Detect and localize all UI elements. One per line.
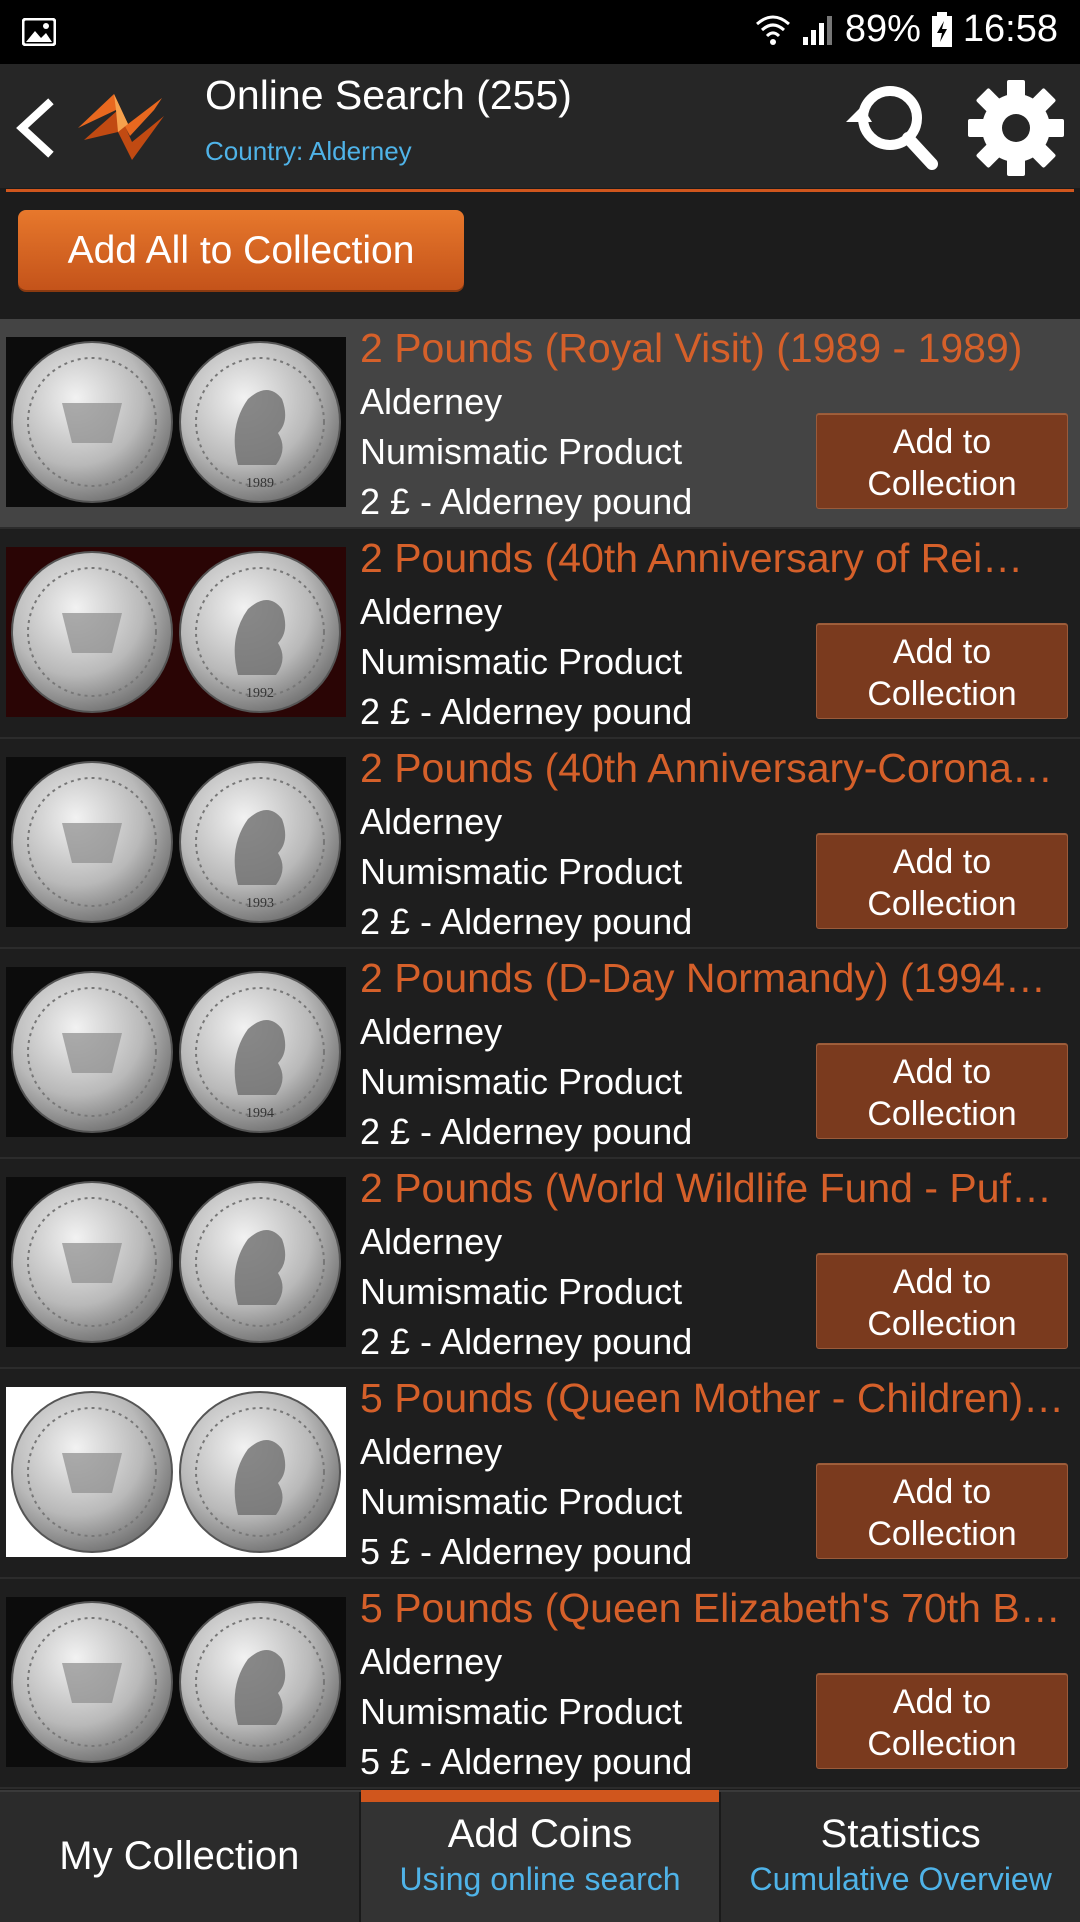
- coin-country: Alderney: [360, 1011, 503, 1052]
- app-logo-icon: [78, 94, 164, 160]
- status-bar: 89% 16:58: [0, 0, 1080, 64]
- svg-text:1989: 1989: [246, 476, 274, 491]
- page-title: Online Search (255): [205, 72, 572, 118]
- country-filter-label[interactable]: Country: Alderney: [205, 136, 412, 167]
- coin-type: Numismatic Product: [360, 1271, 683, 1312]
- coin-row[interactable]: 5 Pounds (Queen Elizabeth's 70th B… Alde…: [0, 1579, 1080, 1789]
- coin-country: Alderney: [360, 801, 503, 842]
- add-to-collection-button[interactable]: Add to Collection: [816, 623, 1068, 719]
- battery-icon: [931, 11, 952, 47]
- signal-icon: [802, 15, 832, 45]
- coin-type: Numismatic Product: [360, 1061, 683, 1102]
- coin-row[interactable]: 2 Pounds (World Wildlife Fund - Puf… Ald…: [0, 1159, 1080, 1369]
- bottom-navigation: My Collection Add Coins Using online searc…: [0, 1790, 1080, 1922]
- svg-text:1993: 1993: [246, 896, 274, 911]
- battery-percent: 89%: [844, 8, 921, 50]
- tab-label: Statistics: [820, 1812, 981, 1856]
- add-to-collection-button[interactable]: Add to Collection: [816, 833, 1068, 929]
- coin-list: 1989 2 Pounds (Royal Visit) (1989 - 1989…: [0, 319, 1080, 1789]
- svg-text:1994: 1994: [246, 1106, 274, 1121]
- coin-type: Numismatic Product: [360, 641, 683, 682]
- search-icon[interactable]: [842, 80, 940, 172]
- coin-value: 2 £ - Alderney pound: [360, 1321, 693, 1362]
- coin-image: [6, 1177, 346, 1347]
- coin-value: 5 £ - Alderney pound: [360, 1531, 693, 1572]
- coin-value: 2 £ - Alderney pound: [360, 481, 693, 522]
- clock: 16:58: [962, 8, 1058, 50]
- coin-row[interactable]: 1994 2 Pounds (D-Day Normandy) (1994… Al…: [0, 949, 1080, 1159]
- coin-type: Numismatic Product: [360, 431, 683, 472]
- coin-image: 1994: [6, 967, 346, 1137]
- wifi-icon: [755, 15, 790, 45]
- coin-title: 2 Pounds (40th Anniversary-Corona…: [360, 745, 1053, 791]
- coin-row[interactable]: 1992 2 Pounds (40th Anniversary of Rei… …: [0, 529, 1080, 739]
- coin-title: 2 Pounds (D-Day Normandy) (1994…: [360, 955, 1046, 1001]
- add-to-collection-button[interactable]: Add to Collection: [816, 1463, 1068, 1559]
- tab-sublabel: Cumulative Overview: [749, 1861, 1052, 1897]
- add-to-collection-button[interactable]: Add to Collection: [816, 1673, 1068, 1769]
- coin-country: Alderney: [360, 1221, 503, 1262]
- coin-country: Alderney: [360, 381, 503, 422]
- coin-type: Numismatic Product: [360, 1481, 683, 1522]
- svg-text:1992: 1992: [246, 686, 274, 701]
- coin-value: 2 £ - Alderney pound: [360, 691, 693, 732]
- back-arrow-icon[interactable]: [10, 98, 60, 158]
- coin-value: 2 £ - Alderney pound: [360, 901, 693, 942]
- tab-add-coins[interactable]: Add Coins Using online search: [360, 1790, 722, 1922]
- coin-image: 1993: [6, 757, 346, 927]
- coin-image: 1992: [6, 547, 346, 717]
- coin-value: 5 £ - Alderney pound: [360, 1741, 693, 1782]
- tab-label: Add Coins: [447, 1812, 633, 1856]
- tab-sublabel: Using online search: [399, 1861, 681, 1897]
- tab-my-collection[interactable]: My Collection: [0, 1792, 361, 1922]
- coin-row[interactable]: 1993 2 Pounds (40th Anniversary-Corona… …: [0, 739, 1080, 949]
- coin-title: 5 Pounds (Queen Elizabeth's 70th B…: [360, 1585, 1061, 1631]
- gallery-icon: [22, 18, 56, 46]
- add-all-to-collection-button[interactable]: Add All to Collection: [18, 210, 464, 290]
- coin-title: 2 Pounds (40th Anniversary of Rei…: [360, 535, 1024, 581]
- add-to-collection-button[interactable]: Add to Collection: [816, 1253, 1068, 1349]
- coin-row[interactable]: 1989 2 Pounds (Royal Visit) (1989 - 1989…: [0, 319, 1080, 529]
- coin-row[interactable]: 5 Pounds (Queen Mother - Children)… Alde…: [0, 1369, 1080, 1579]
- coin-country: Alderney: [360, 1641, 503, 1682]
- coin-title: 2 Pounds (World Wildlife Fund - Puf…: [360, 1165, 1052, 1211]
- gear-icon[interactable]: [966, 78, 1066, 178]
- coin-type: Numismatic Product: [360, 851, 683, 892]
- tab-statistics[interactable]: Statistics Cumulative Overview: [721, 1792, 1080, 1922]
- coin-image: 1989: [6, 337, 346, 507]
- add-to-collection-button[interactable]: Add to Collection: [816, 1043, 1068, 1139]
- coin-value: 2 £ - Alderney pound: [360, 1111, 693, 1152]
- header-divider: [6, 189, 1074, 192]
- coin-type: Numismatic Product: [360, 1691, 683, 1732]
- coin-title: 5 Pounds (Queen Mother - Children)…: [360, 1375, 1065, 1421]
- coin-country: Alderney: [360, 1431, 503, 1472]
- coin-title: 2 Pounds (Royal Visit) (1989 - 1989): [360, 325, 1023, 371]
- coin-country: Alderney: [360, 591, 503, 632]
- coin-image: [6, 1597, 346, 1767]
- coin-image: [6, 1387, 346, 1557]
- add-to-collection-button[interactable]: Add to Collection: [816, 413, 1068, 509]
- tab-label: My Collection: [59, 1834, 300, 1878]
